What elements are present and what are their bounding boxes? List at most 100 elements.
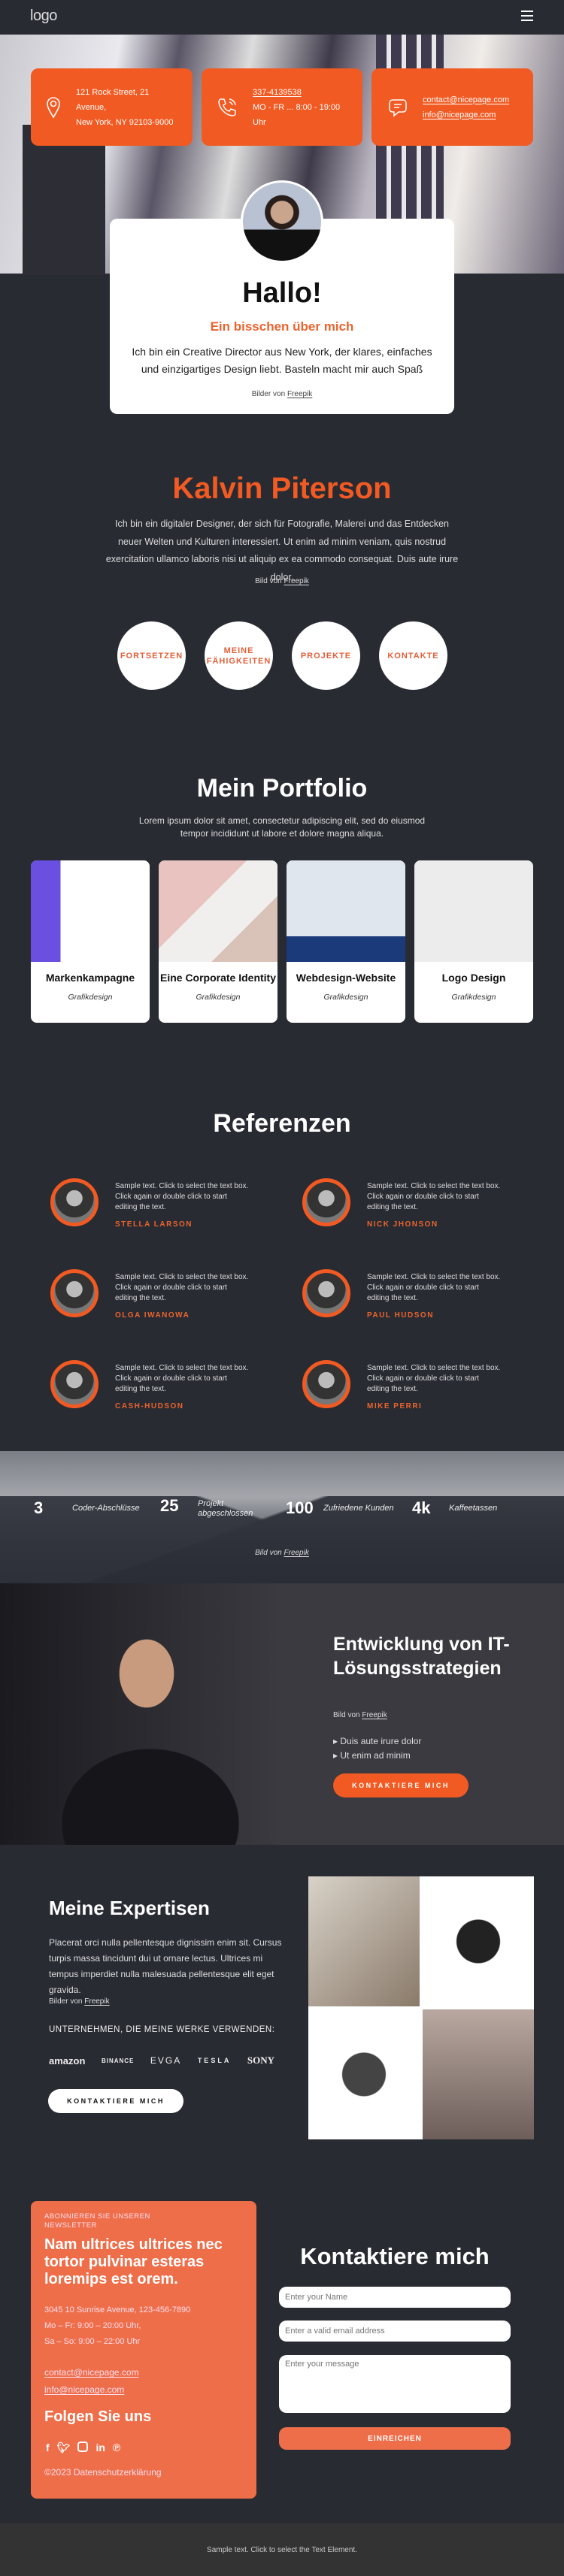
twitter-icon[interactable]: 🐦︎: [57, 2441, 71, 2454]
newsletter-contact: 3045 10 Sunrise Avenue, 123-456-7890 Mo …: [44, 2302, 190, 2350]
sony-logo: SONY: [247, 2054, 274, 2066]
phone-link[interactable]: 337-4139538: [253, 85, 347, 100]
testimonial: Sample text. Click to select the text bo…: [50, 1360, 276, 1413]
avatar: [302, 1360, 350, 1408]
newsletter-card: ABONNIEREN SIE UNSEREN NEWSLETTER Nam ul…: [31, 2201, 256, 2499]
hours: Sa – So: 9:00 – 22:00 Uhr: [44, 2337, 141, 2346]
portfolio-item-category: Grafikdesign: [451, 993, 496, 1002]
projects-button[interactable]: PROJEKTE: [292, 621, 360, 690]
fortsetzen-button[interactable]: FORTSETZEN: [117, 621, 186, 690]
newsletter-kicker: ABONNIEREN SIE UNSEREN NEWSLETTER: [44, 2212, 150, 2230]
newsletter-headline: Nam ultrices ultrices nec tortor pulvina…: [44, 2236, 223, 2287]
it-section: Entwicklung von IT-Lösungsstrategien Bil…: [0, 1583, 564, 1845]
pinterest-icon[interactable]: ℗: [113, 2441, 120, 2454]
man-photo: [0, 1583, 282, 1845]
stat-label: Zufriedene Kunden: [323, 1504, 394, 1513]
message-input[interactable]: [279, 2355, 511, 2413]
contact-me-button[interactable]: KONTAKTIERE MICH: [333, 1773, 468, 1797]
address-card: 121 Rock Street, 21 Avenue, New York, NY …: [31, 68, 193, 146]
bullet-item: ▸ Ut enim ad minim: [333, 1750, 411, 1761]
facebook-icon[interactable]: f: [46, 2441, 50, 2454]
about-text: Ich bin ein digitaler Designer, der sich…: [105, 519, 459, 582]
freepik-link[interactable]: Freepik: [284, 1549, 309, 1557]
portfolio-item-category: Grafikdesign: [196, 993, 241, 1002]
stat-number: 4k: [412, 1498, 431, 1517]
testimonial: Sample text. Click to select the text bo…: [302, 1360, 528, 1413]
email-link[interactable]: info@nicepage.com: [44, 2384, 124, 2395]
it-title: Entwicklung von IT-Lösungsstrategien: [333, 1634, 510, 1679]
stat-label: Kaffeetassen: [449, 1504, 498, 1513]
portfolio-item[interactable]: Webdesign-Website Grafikdesign: [287, 860, 405, 1023]
submit-button[interactable]: EINREICHEN: [279, 2427, 511, 2450]
contact-title: Kontaktiere mich: [300, 2243, 490, 2269]
social-icons: f 🐦︎ in ℗: [46, 2441, 120, 2454]
hamburger-icon[interactable]: [521, 11, 533, 21]
grid-image: [423, 2009, 534, 2139]
contacts-button[interactable]: KONTAKTE: [379, 621, 447, 690]
portfolio-item-title: Webdesign-Website: [296, 972, 396, 984]
bullet-item: ▸ Duis aute irure dolor: [333, 1736, 422, 1746]
tesla-logo: TESLA: [197, 2057, 232, 2064]
about-name: Kalvin Piterson: [172, 472, 392, 505]
address: 3045 10 Sunrise Avenue, 123-456-7890: [44, 2305, 191, 2314]
references-title: Referenzen: [213, 1109, 351, 1138]
stat-number: 25: [160, 1496, 179, 1515]
chat-icon: [389, 98, 407, 117]
grid-image: [423, 1876, 534, 2006]
portfolio-item-title: Logo Design: [441, 972, 506, 984]
address-line: New York, NY 92103-9000: [76, 117, 174, 127]
stat-label: Projekt abgeschlossen: [198, 1499, 253, 1518]
instagram-icon[interactable]: [77, 2441, 89, 2452]
freepik-link[interactable]: Freepik: [362, 1711, 387, 1719]
contact-me-button[interactable]: KONTAKTIERE MICH: [48, 2089, 183, 2113]
bullet-list: ▸ Duis aute irure dolor ▸ Ut enim ad min…: [333, 1734, 421, 1763]
follow-title: Folgen Sie uns: [44, 2408, 152, 2425]
avatar: [50, 1360, 99, 1408]
image-credit: Bilder von Freepik: [251, 390, 313, 398]
image-credit: Bild von Freepik: [255, 1549, 309, 1557]
expertise-image-grid: [308, 1876, 534, 2139]
email-card: contact@nicepage.com info@nicepage.com: [371, 68, 533, 146]
hours: Mo – Fr: 9:00 – 20:00 Uhr,: [44, 2321, 141, 2330]
hello-title: Hallo!: [242, 277, 322, 309]
avatar: [50, 1269, 99, 1317]
phone-icon: [218, 98, 236, 116]
image-credit: Bilder von Freepik: [49, 1997, 110, 2006]
grid-image: [308, 2009, 420, 2139]
freepik-link[interactable]: Freepik: [287, 390, 312, 398]
testimonial: Sample text. Click to select the text bo…: [302, 1178, 528, 1231]
linkedin-icon[interactable]: in: [96, 2441, 105, 2454]
footer-text: Sample text. Click to select the Text El…: [207, 2546, 357, 2554]
email-link[interactable]: contact@nicepage.com: [423, 92, 509, 107]
hello-subtitle: Ein bisschen über mich: [210, 319, 354, 334]
portfolio-item-category: Grafikdesign: [68, 993, 113, 1002]
skills-button[interactable]: MEINE FÄHIGKEITEN: [205, 621, 273, 690]
expertise-title: Meine Expertisen: [49, 1897, 210, 1919]
email-link[interactable]: info@nicepage.com: [423, 107, 509, 122]
hello-text: Ich bin ein Creative Director aus New Yo…: [132, 346, 432, 375]
grid-image: [308, 1876, 420, 2006]
copyright: ©2023 Datenschutzerklärung: [44, 2467, 162, 2478]
freepik-link[interactable]: Freepik: [84, 1997, 109, 2006]
stats-section: 3 Coder-Abschlüsse 25 Projekt abgeschlos…: [0, 1451, 564, 1583]
newsletter-emails: contact@nicepage.com info@nicepage.com: [44, 2364, 139, 2399]
portfolio-item[interactable]: Markenkampagne Grafikdesign: [31, 860, 150, 1023]
email-link[interactable]: contact@nicepage.com: [44, 2367, 139, 2378]
address-line: 121 Rock Street, 21 Avenue,: [76, 87, 150, 112]
stat-number: 3: [34, 1498, 44, 1517]
name-input[interactable]: [279, 2287, 511, 2308]
opening-hours: MO - FR ... 8:00 - 19:00 Uhr: [253, 102, 341, 127]
portfolio-item[interactable]: Logo Design Grafikdesign: [414, 860, 533, 1023]
testimonial: Sample text. Click to select the text bo…: [50, 1178, 276, 1231]
stat-number: 100: [286, 1498, 314, 1517]
expertise-text: Placerat orci nulla pellentesque digniss…: [49, 1937, 282, 1995]
company-logos: amazon BINANCE EVGA TESLA SONY: [49, 2054, 274, 2067]
testimonial: Sample text. Click to select the text bo…: [50, 1269, 276, 1322]
portfolio-item-title: Eine Corporate Identity: [159, 972, 277, 984]
logo[interactable]: logo: [30, 8, 57, 25]
image-credit: Bild von Freepik: [333, 1711, 387, 1719]
email-input[interactable]: [279, 2321, 511, 2342]
freepik-link[interactable]: Freepik: [284, 577, 309, 585]
portfolio-item[interactable]: Eine Corporate Identity Grafikdesign: [159, 860, 277, 1023]
portfolio-item-category: Grafikdesign: [323, 993, 368, 1002]
